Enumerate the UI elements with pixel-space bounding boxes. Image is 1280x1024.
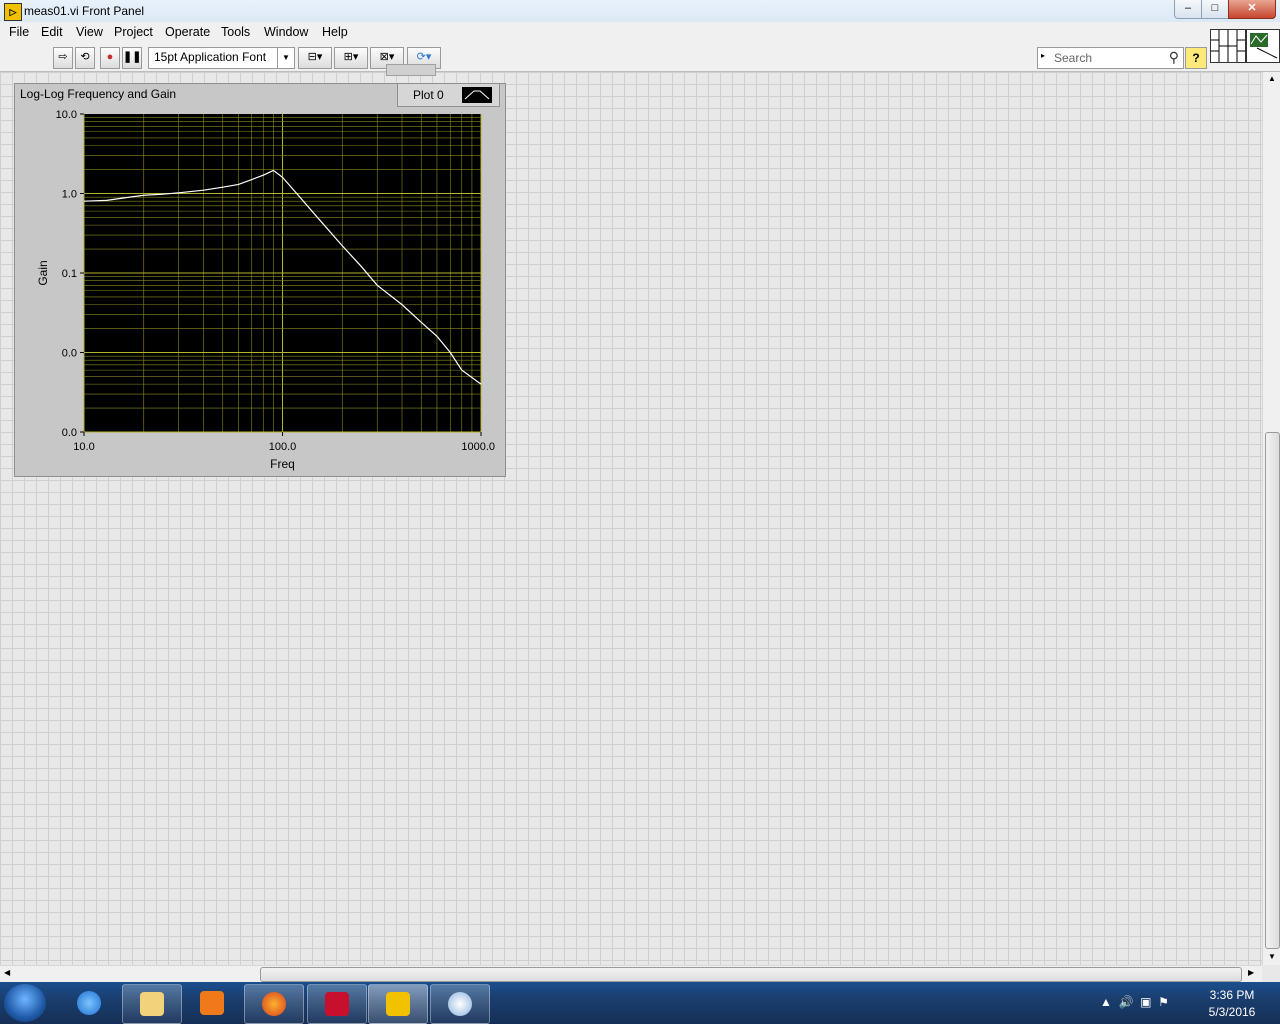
hidden-control-tab [386,64,436,76]
run-continuously-button[interactable]: ⟲ [75,47,95,69]
paint-icon [448,992,472,1016]
vertical-scroll-thumb[interactable] [1265,432,1280,949]
graph-label: Log-Log Frequency and Gain [20,87,177,101]
x-axis-ticks: 10.0 100.0 1000.0 [73,432,495,453]
acrobat-icon [325,992,349,1016]
y-tick-label: 0.0 [62,348,77,360]
taskbar-firefox[interactable] [244,984,304,1024]
clock-date: 5/3/2016 [1208,1005,1256,1019]
scroll-right-icon[interactable]: ▶ [1248,968,1254,977]
internet-explorer-icon [77,991,101,1015]
x-axis-label: Freq [270,457,295,471]
pause-icon: ❚❚ [123,51,142,63]
windows-taskbar: ▲ 🔊 ▣ ⚑ 3:36 PM 5/3/2016 [0,982,1280,1024]
title-bar: ▷ meas01.vi Front Panel – □ ✕ [0,0,1280,23]
taskbar-acrobat[interactable] [307,984,367,1024]
menu-view[interactable]: View [76,25,103,39]
y-axis-label: Gain [36,260,50,285]
align-objects-icon: ⊟▾ [307,51,323,63]
search-icon[interactable]: ⚲ [1169,49,1179,66]
run-arrow-icon: ⇨ [58,51,68,63]
context-help-button[interactable]: ? [1185,47,1207,69]
scroll-down-icon[interactable]: ▼ [1268,952,1276,961]
connector-pane-icon[interactable] [1210,29,1246,63]
x-tick-label: 100.0 [269,441,297,453]
search-scope-icon: ▸ [1041,51,1046,60]
help-icon: ? [1192,51,1200,65]
window-title: meas01.vi Front Panel [24,4,145,18]
search-input[interactable]: ▸ Search ⚲ [1037,47,1184,69]
firefox-icon [262,992,286,1016]
stop-icon: ● [106,51,114,63]
vi-icon[interactable] [1246,29,1280,63]
labview-app-icon: ▷ [4,3,22,21]
system-tray[interactable]: ▲ 🔊 ▣ ⚑ [1100,995,1169,1009]
y-tick-label: 1.0 [62,189,77,201]
vertical-scrollbar[interactable]: ▲ ▼ [1262,72,1280,965]
taskbar-ie[interactable] [60,984,118,1022]
x-tick-label: 10.0 [73,441,94,453]
horizontal-scrollbar[interactable]: ◀ ▶ [0,965,1262,983]
search-placeholder: Search [1054,51,1093,65]
menu-help[interactable]: Help [322,25,348,39]
y-tick-label: 10.0 [56,109,77,121]
menu-operate[interactable]: Operate [165,25,210,39]
abort-button[interactable]: ● [100,47,120,69]
font-select-value: 15pt Application Font [154,50,267,64]
taskbar-explorer[interactable] [122,984,182,1024]
clock[interactable]: 3:36 PM 5/3/2016 [1200,988,1264,1019]
run-continuously-icon: ⟲ [80,51,90,63]
taskbar-paint[interactable] [430,984,490,1024]
close-button[interactable]: ✕ [1228,0,1276,19]
plot-grid [83,114,482,433]
pause-button[interactable]: ❚❚ [122,47,142,69]
menu-bar: File Edit View Project Operate Tools Win… [0,22,1280,43]
y-tick-label: 0.1 [62,268,77,280]
horizontal-scroll-thumb[interactable] [260,967,1242,982]
toolbar: ⇨ ⟲ ● ❚❚ 15pt Application Font ▼ ⊟▾ ⊞▾ ⊠… [0,43,1280,72]
taskbar-media-player[interactable] [183,984,241,1022]
start-button[interactable] [4,984,46,1022]
menu-project[interactable]: Project [114,25,153,39]
run-arrow-button[interactable]: ⇨ [53,47,73,69]
minimize-button[interactable]: – [1174,0,1202,19]
scroll-left-icon[interactable]: ◀ [4,968,10,977]
distribute-objects-icon: ⊞▾ [343,51,359,63]
reorder-icon: ⟳▾ [416,51,432,63]
resize-objects-icon: ⊠▾ [379,51,395,63]
distribute-objects-button[interactable]: ⊞▾ [334,47,368,69]
x-tick-label: 1000.0 [461,441,495,453]
scroll-up-icon[interactable]: ▲ [1268,74,1276,83]
chevron-down-icon: ▼ [277,48,294,68]
menu-file[interactable]: File [9,25,29,39]
menu-window[interactable]: Window [264,25,308,39]
font-select[interactable]: 15pt Application Font ▼ [148,47,295,69]
connector-pane-grid [1211,30,1245,62]
vi-graph-icon [1250,33,1278,59]
clock-time: 3:36 PM [1209,988,1255,1002]
y-axis-ticks: 10.0 1.0 0.1 0.0 0.0 [56,109,84,439]
plot-area[interactable]: 10.0 1.0 0.1 0.0 0.0 10.0 100.0 1000.0 Gain Fr… [14,100,504,475]
align-objects-button[interactable]: ⊟▾ [298,47,332,69]
folder-icon [140,992,164,1016]
labview-icon [386,992,410,1016]
y-tick-label: 0.0 [62,427,77,439]
taskbar-labview[interactable] [368,984,428,1024]
menu-tools[interactable]: Tools [221,25,250,39]
menu-edit[interactable]: Edit [41,25,63,39]
maximize-button[interactable]: □ [1201,0,1229,19]
media-player-icon [200,991,224,1015]
